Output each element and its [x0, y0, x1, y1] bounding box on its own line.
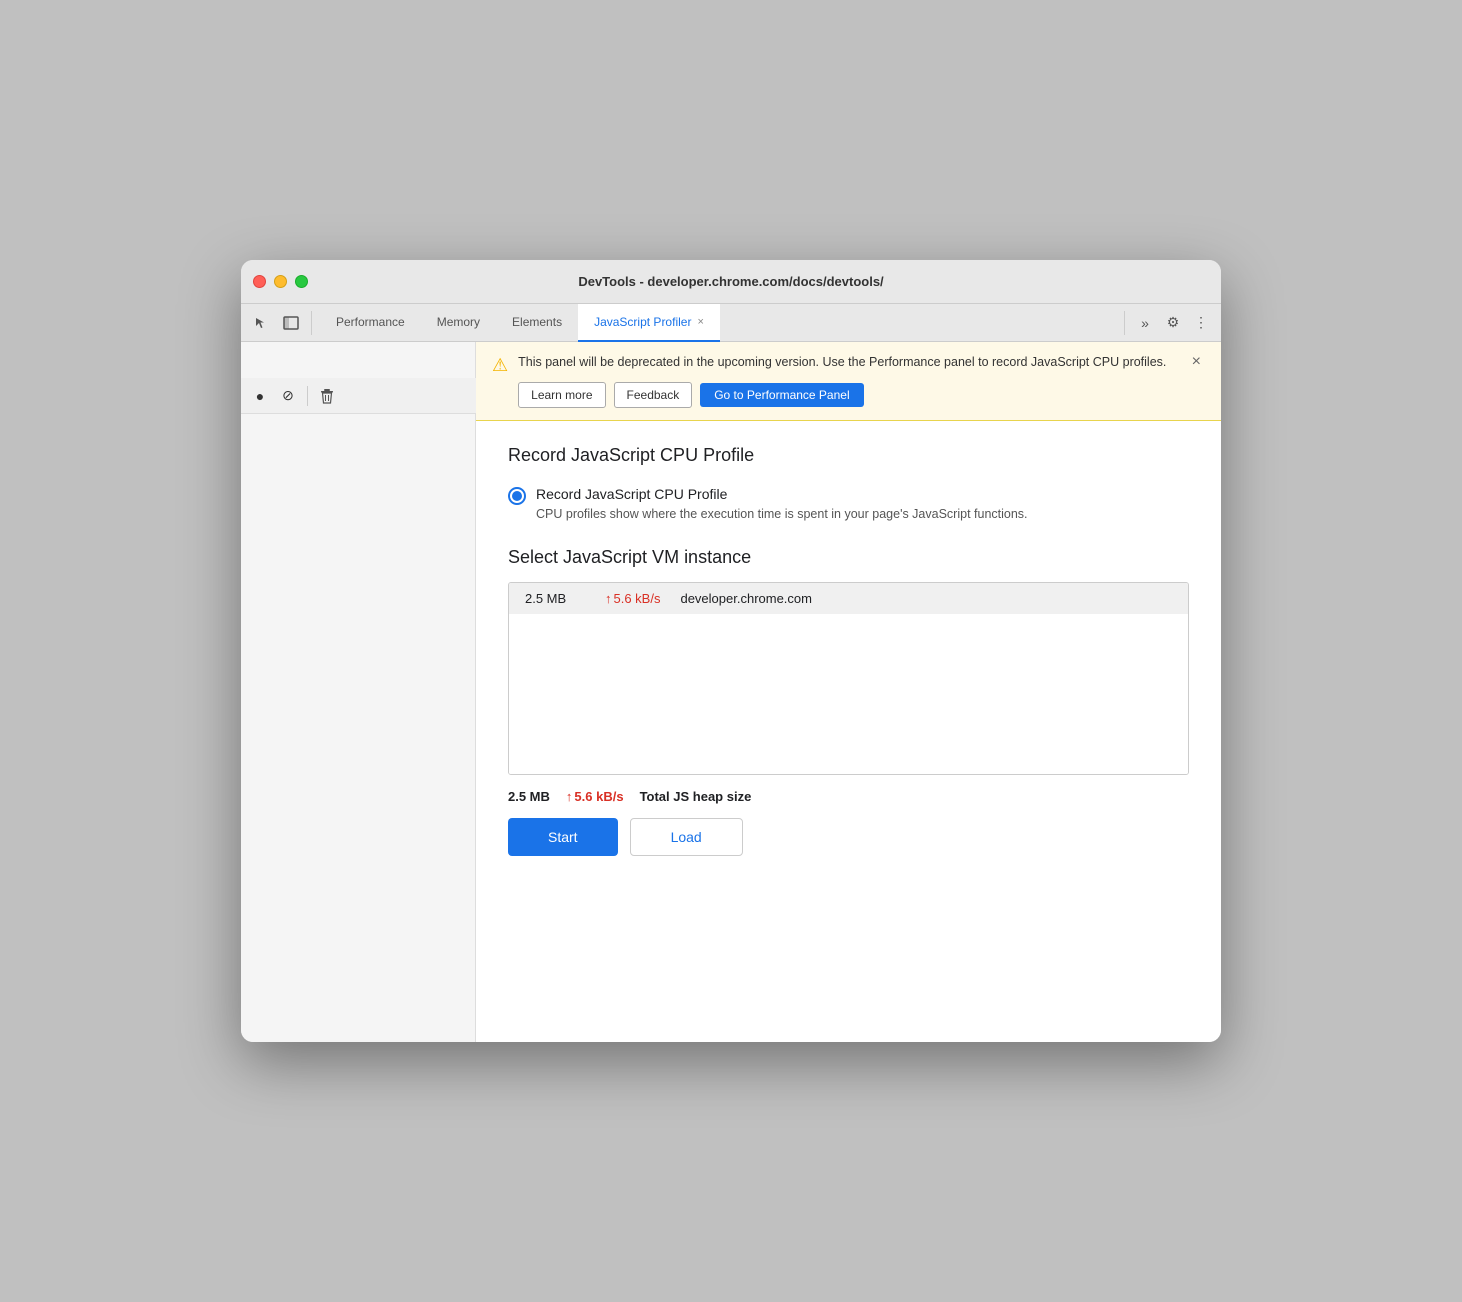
- radio-description: CPU profiles show where the execution ti…: [536, 505, 1028, 524]
- vm-url: developer.chrome.com: [680, 591, 812, 606]
- banner-text: This panel will be deprecated in the upc…: [518, 354, 1178, 372]
- footer-speed: ↑ 5.6 kB/s: [566, 789, 624, 804]
- load-button[interactable]: Load: [630, 818, 743, 856]
- tabs: Performance Memory Elements JavaScript P…: [320, 304, 720, 342]
- vm-instance-table: 2.5 MB ↑ 5.6 kB/s developer.chrome.com: [508, 582, 1189, 775]
- toolbar: ● ⊘: [241, 378, 476, 414]
- traffic-lights: [253, 275, 308, 288]
- vm-section-title: Select JavaScript VM instance: [508, 547, 1189, 568]
- tab-bar: Performance Memory Elements JavaScript P…: [241, 304, 1221, 342]
- tab-memory[interactable]: Memory: [421, 304, 496, 342]
- tab-performance[interactable]: Performance: [320, 304, 421, 342]
- profile-content: Record JavaScript CPU Profile Record Jav…: [476, 421, 1221, 881]
- cursor-icon[interactable]: [249, 311, 273, 335]
- learn-more-button[interactable]: Learn more: [518, 382, 605, 408]
- feedback-button[interactable]: Feedback: [614, 382, 693, 408]
- footer-speed-value: 5.6 kB/s: [574, 789, 623, 804]
- devtools-window: DevTools - developer.chrome.com/docs/dev…: [241, 260, 1221, 1042]
- radio-label: Record JavaScript CPU Profile: [536, 486, 1028, 502]
- close-button[interactable]: [253, 275, 266, 288]
- vm-table-header-row[interactable]: 2.5 MB ↑ 5.6 kB/s developer.chrome.com: [509, 583, 1188, 614]
- vm-speed: ↑ 5.6 kB/s: [605, 591, 660, 606]
- delete-icon[interactable]: [316, 385, 338, 407]
- radio-selected-indicator: [512, 491, 522, 501]
- tab-bar-icons: [249, 311, 312, 335]
- footer-label: Total JS heap size: [640, 789, 752, 804]
- minimize-button[interactable]: [274, 275, 287, 288]
- action-buttons: Start Load: [508, 818, 1189, 856]
- window-title: DevTools - developer.chrome.com/docs/dev…: [578, 274, 883, 289]
- banner-content: This panel will be deprecated in the upc…: [518, 354, 1178, 408]
- record-icon[interactable]: ●: [249, 385, 271, 407]
- radio-button[interactable]: [508, 487, 526, 505]
- banner-close-icon[interactable]: ×: [1188, 354, 1205, 370]
- arrow-up-icon: ↑: [605, 591, 612, 606]
- vm-size: 2.5 MB: [525, 591, 585, 606]
- more-tabs-icon[interactable]: »: [1133, 311, 1157, 335]
- radio-option[interactable]: Record JavaScript CPU Profile CPU profil…: [508, 486, 1189, 524]
- dock-icon[interactable]: [279, 311, 303, 335]
- footer-stats: 2.5 MB ↑ 5.6 kB/s Total JS heap size: [508, 789, 1189, 804]
- record-section-title: Record JavaScript CPU Profile: [508, 445, 1189, 466]
- sidebar: ● ⊘ Profiles: [241, 342, 476, 1042]
- toolbar-divider: [307, 386, 308, 406]
- tab-javascript-profiler[interactable]: JavaScript Profiler ×: [578, 304, 720, 342]
- banner-actions: Learn more Feedback Go to Performance Pa…: [518, 382, 1178, 408]
- main-area: ● ⊘ Profiles: [241, 342, 1221, 1042]
- tab-elements[interactable]: Elements: [496, 304, 578, 342]
- vm-speed-value: 5.6 kB/s: [614, 591, 661, 606]
- go-to-performance-button[interactable]: Go to Performance Panel: [700, 383, 863, 407]
- deprecation-banner: ⚠ This panel will be deprecated in the u…: [476, 342, 1221, 421]
- maximize-button[interactable]: [295, 275, 308, 288]
- footer-arrow-icon: ↑: [566, 789, 573, 804]
- title-bar: DevTools - developer.chrome.com/docs/dev…: [241, 260, 1221, 304]
- stop-icon[interactable]: ⊘: [277, 385, 299, 407]
- content-pane: ⚠ This panel will be deprecated in the u…: [476, 342, 1221, 1042]
- start-button[interactable]: Start: [508, 818, 618, 856]
- more-options-icon[interactable]: ⋮: [1189, 311, 1213, 335]
- radio-option-text: Record JavaScript CPU Profile CPU profil…: [536, 486, 1028, 524]
- tab-close-icon[interactable]: ×: [697, 316, 703, 328]
- warning-icon: ⚠: [492, 355, 508, 376]
- footer-size: 2.5 MB: [508, 789, 550, 804]
- tab-bar-right: » ⚙ ⋮: [1124, 311, 1213, 335]
- vm-table-body: [509, 614, 1188, 774]
- settings-icon[interactable]: ⚙: [1161, 311, 1185, 335]
